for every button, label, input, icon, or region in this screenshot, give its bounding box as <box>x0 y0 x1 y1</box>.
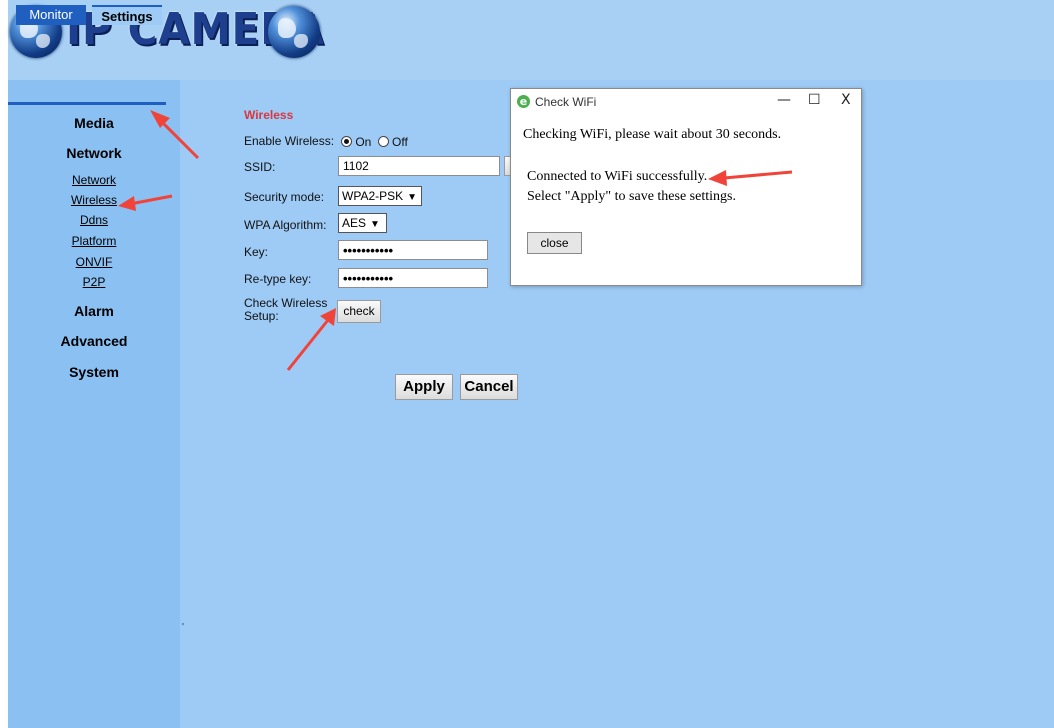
dialog-message-connected: Connected to WiFi successfully. <box>527 169 708 184</box>
section-title: Wireless <box>244 108 294 122</box>
enable-wireless-radios: On Off <box>341 135 408 149</box>
ssid-label: SSID: <box>244 160 276 174</box>
close-icon[interactable]: X <box>841 92 851 108</box>
security-mode-value: WPA2-PSK <box>342 189 404 203</box>
dialog-message-apply: Select "Apply" to save these settings. <box>527 189 736 204</box>
key-input[interactable]: ••••••••••• <box>338 240 488 260</box>
apply-button[interactable]: Apply <box>395 374 453 400</box>
wpa-algorithm-value: AES <box>342 216 367 230</box>
browser-e-icon: e <box>517 95 530 108</box>
check-button[interactable]: check <box>337 300 381 323</box>
sidebar-link-network[interactable]: Network <box>8 173 180 187</box>
radio-on-label: On <box>355 135 372 149</box>
sidebar-link-wireless[interactable]: Wireless <box>8 193 180 207</box>
chevron-down-icon: ▼ <box>370 219 380 230</box>
sidebar-link-platform[interactable]: Platform <box>8 234 180 248</box>
retype-key-input[interactable]: ••••••••••• <box>338 268 488 288</box>
chevron-down-icon: ▼ <box>407 192 418 203</box>
maximize-icon[interactable]: ☐ <box>808 92 821 108</box>
sidebar-item-network[interactable]: Network <box>8 145 180 161</box>
sidebar-link-onvif[interactable]: ONVIF <box>8 255 180 269</box>
sidebar-item-system[interactable]: System <box>8 364 180 380</box>
sidebar-link-p2p[interactable]: P2P <box>8 275 180 289</box>
globe-icon <box>268 6 320 58</box>
enable-wireless-label: Enable Wireless: <box>244 134 335 148</box>
cancel-button[interactable]: Cancel <box>460 374 518 400</box>
security-mode-select[interactable]: WPA2-PSK ▼ <box>338 186 422 206</box>
sidebar-link-ddns[interactable]: Ddns <box>8 213 180 227</box>
dialog-close-button[interactable]: close <box>527 232 582 254</box>
tab-bar-underline <box>8 102 166 105</box>
check-wifi-dialog: e Check WiFi — ☐ X Checking WiFi, please… <box>510 88 862 286</box>
radio-off[interactable] <box>377 136 389 147</box>
sidebar-item-advanced[interactable]: Advanced <box>8 333 180 349</box>
retype-key-label: Re-type key: <box>244 272 312 286</box>
check-wireless-label: Check Wireless Setup: <box>244 297 327 323</box>
check-wireless-label-line2: Setup: <box>244 309 279 323</box>
security-mode-label: Security mode: <box>244 190 325 204</box>
dialog-title: Check WiFi <box>535 95 597 109</box>
dialog-message-checking: Checking WiFi, please wait about 30 seco… <box>523 127 782 142</box>
minimize-icon[interactable]: — <box>777 92 791 108</box>
stray-mark: ' <box>182 622 184 633</box>
key-label: Key: <box>244 245 269 259</box>
tab-settings[interactable]: Settings <box>92 5 162 25</box>
ssid-input[interactable]: 1102 <box>338 156 500 176</box>
sidebar-item-alarm[interactable]: Alarm <box>8 303 180 319</box>
radio-on[interactable] <box>341 136 352 147</box>
wpa-algorithm-select[interactable]: AES ▼ <box>338 213 387 233</box>
tab-monitor[interactable]: Monitor <box>16 5 86 25</box>
wpa-algorithm-label: WPA Algorithm: <box>244 218 327 232</box>
sidebar-item-media[interactable]: Media <box>8 115 180 131</box>
radio-off-label: Off <box>392 135 408 149</box>
